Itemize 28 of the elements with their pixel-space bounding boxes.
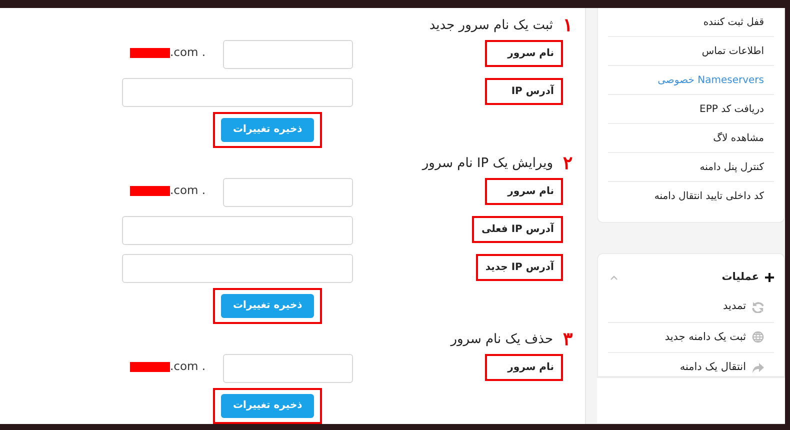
domain-suffix: .com . [170,182,206,199]
sidebar-item[interactable]: مشاهده لاگ [608,124,774,153]
section-title: حذف یک نام سرور [450,332,553,348]
section-title: ثبت یک نام سرور جدید [429,18,553,34]
sidebar-item[interactable]: دریافت کد EPP [608,95,774,124]
action-label: انتقال یک دامنه [680,360,746,376]
field-label: نام سرور [485,354,563,381]
field-label: آدرس IP فعلی [472,216,563,243]
action-item[interactable]: تمدید [608,292,774,322]
step-number: ۲ [563,156,573,172]
action-item[interactable]: ثبت یک دامنه جدید [608,322,774,354]
sidebar-item[interactable]: اطلاعات تماس [608,37,774,66]
section-header[interactable]: عملیات [722,270,759,286]
action-label: تمدید [723,298,746,314]
field-label: نام سرور [485,178,563,205]
domain-suffix: .com . [170,44,206,61]
action-label: ثبت یک دامنه جدید [664,330,746,344]
domain-suffix: .com . [170,358,206,375]
field-label: نام سرور [485,40,563,67]
step-number: ۳ [563,332,573,348]
sidebar-item[interactable]: کد داخلی تایید انتقال دامنه [608,182,774,210]
action-item[interactable]: انتقال یک دامنه [608,353,774,383]
section-title: ویرایش یک IP نام سرور [422,156,553,172]
step-number: ۱ [563,18,573,34]
field-label: آدرس IP جدید [476,254,563,281]
field-label: آدرس IP [485,78,563,105]
sidebar-item[interactable]: کنترل پنل دامنه [608,153,774,182]
sidebar-item[interactable]: قفل ثبت کننده [608,8,774,37]
